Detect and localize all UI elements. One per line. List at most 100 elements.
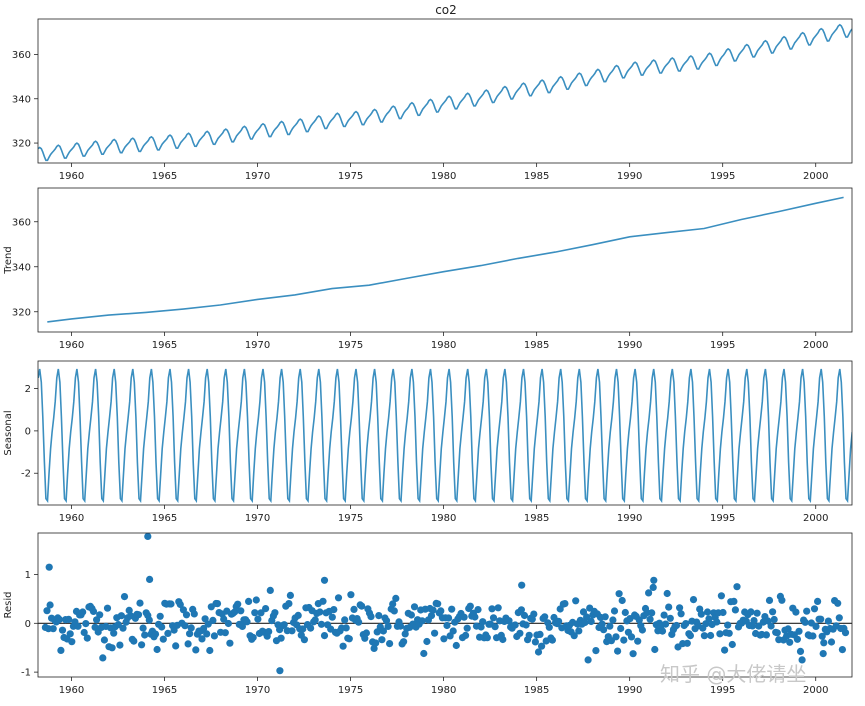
x-tick-label: 1970 xyxy=(245,513,270,524)
trend-series-line xyxy=(47,196,844,323)
resid-point xyxy=(463,624,471,632)
x-tick-label: 1985 xyxy=(524,685,549,696)
y-tick-label: 340 xyxy=(12,94,31,105)
resid-point xyxy=(648,609,656,617)
resid-point xyxy=(610,607,619,615)
resid-point xyxy=(561,600,569,608)
resid-point xyxy=(362,629,370,637)
resid-point xyxy=(719,608,727,617)
resid-point xyxy=(762,631,771,639)
resid-point xyxy=(689,596,698,604)
resid-point xyxy=(266,586,274,595)
x-tick-label: 2000 xyxy=(803,340,828,351)
resid-point xyxy=(728,640,736,649)
resid-point xyxy=(575,627,583,635)
resid-point xyxy=(58,626,67,634)
resid-point xyxy=(841,629,850,637)
resid-point xyxy=(396,622,405,630)
resid-point xyxy=(328,613,336,621)
x-tick-label: 1980 xyxy=(431,171,456,182)
x-tick-label: 1965 xyxy=(152,340,177,351)
resid-point xyxy=(724,621,732,629)
resid-point xyxy=(548,636,557,644)
x-tick-label: 1975 xyxy=(338,340,363,351)
resid-point xyxy=(686,632,695,640)
resid-point xyxy=(65,615,73,624)
resid-point xyxy=(769,608,777,616)
resid-point xyxy=(146,575,154,584)
y-tick-label: 340 xyxy=(12,262,31,273)
resid-point xyxy=(164,629,172,638)
resid-point xyxy=(418,617,426,625)
resid-point xyxy=(345,635,353,643)
resid-point xyxy=(677,610,685,618)
resid-point xyxy=(420,649,428,658)
resid-point xyxy=(620,636,628,644)
resid-point xyxy=(319,597,327,605)
observed-title: co2 xyxy=(435,3,457,17)
resid-point xyxy=(803,607,811,615)
resid-point xyxy=(213,600,222,608)
observed-panel: 1960 1965 1970 1975 1980 1985 1990 1995 2000 320 3… xyxy=(12,18,853,182)
y-tick-label: 360 xyxy=(12,50,31,61)
resid-point xyxy=(440,635,448,643)
resid-point xyxy=(770,615,778,624)
resid-point xyxy=(184,640,192,648)
resid-point xyxy=(234,600,242,608)
x-tick-label: 1960 xyxy=(59,340,84,351)
x-tick-label: 1985 xyxy=(524,340,549,351)
resid-point xyxy=(717,592,726,600)
resid-point xyxy=(367,613,375,621)
resid-point xyxy=(317,620,325,628)
resid-point xyxy=(672,621,681,630)
x-tick-label: 2000 xyxy=(803,685,828,696)
resid-point xyxy=(153,645,161,654)
resid-point xyxy=(750,617,758,625)
resid-point xyxy=(545,623,553,631)
x-tick-label: 1965 xyxy=(152,171,177,182)
resid-point xyxy=(79,608,87,616)
resid-point xyxy=(612,633,620,641)
resid-point xyxy=(793,635,802,643)
resid-point xyxy=(697,610,705,618)
resid-point xyxy=(431,629,439,637)
resid-point xyxy=(649,583,657,592)
resid-point xyxy=(773,629,781,637)
resid-point xyxy=(410,603,419,611)
y-tick-label: 360 xyxy=(12,217,31,228)
x-tick-label: 2000 xyxy=(803,513,828,524)
resid-point xyxy=(827,638,836,646)
x-tick-label: 1975 xyxy=(338,171,363,182)
resid-point xyxy=(103,604,112,612)
y-tick-label: 0 xyxy=(25,426,31,437)
resid-point xyxy=(254,615,262,623)
resid-point xyxy=(100,636,108,644)
resid-point xyxy=(572,597,580,605)
resid-point xyxy=(434,600,442,608)
resid-point xyxy=(753,609,761,617)
resid-point xyxy=(721,646,729,654)
resid-point xyxy=(182,611,191,619)
resid-point xyxy=(237,607,245,615)
resid-point xyxy=(145,616,153,624)
x-tick-label: 1975 xyxy=(338,685,363,696)
resid-point xyxy=(276,667,284,675)
resid-point xyxy=(814,597,822,606)
resid-point xyxy=(629,650,637,658)
x-tick-label: 1990 xyxy=(617,685,642,696)
resid-point xyxy=(834,599,842,607)
resid-point xyxy=(716,630,724,638)
decomposition-figure: co2 1960 1965 1970 1975 1980 1985 1990 1995 2000… xyxy=(3,3,853,696)
resid-point xyxy=(49,625,57,633)
resid-point xyxy=(355,618,363,626)
resid-point xyxy=(265,628,273,636)
resid-point xyxy=(392,594,400,603)
resid-point xyxy=(172,642,180,650)
resid-point xyxy=(83,634,91,642)
resid-point xyxy=(187,624,195,632)
resid-point xyxy=(801,618,809,626)
resid-point xyxy=(311,616,319,624)
y-axis-label: Resid xyxy=(3,592,14,619)
trend-panel: Trend1960 1965 1970 1975 1980 1985 1990 1995 200… xyxy=(3,187,853,351)
resid-point xyxy=(466,602,474,610)
